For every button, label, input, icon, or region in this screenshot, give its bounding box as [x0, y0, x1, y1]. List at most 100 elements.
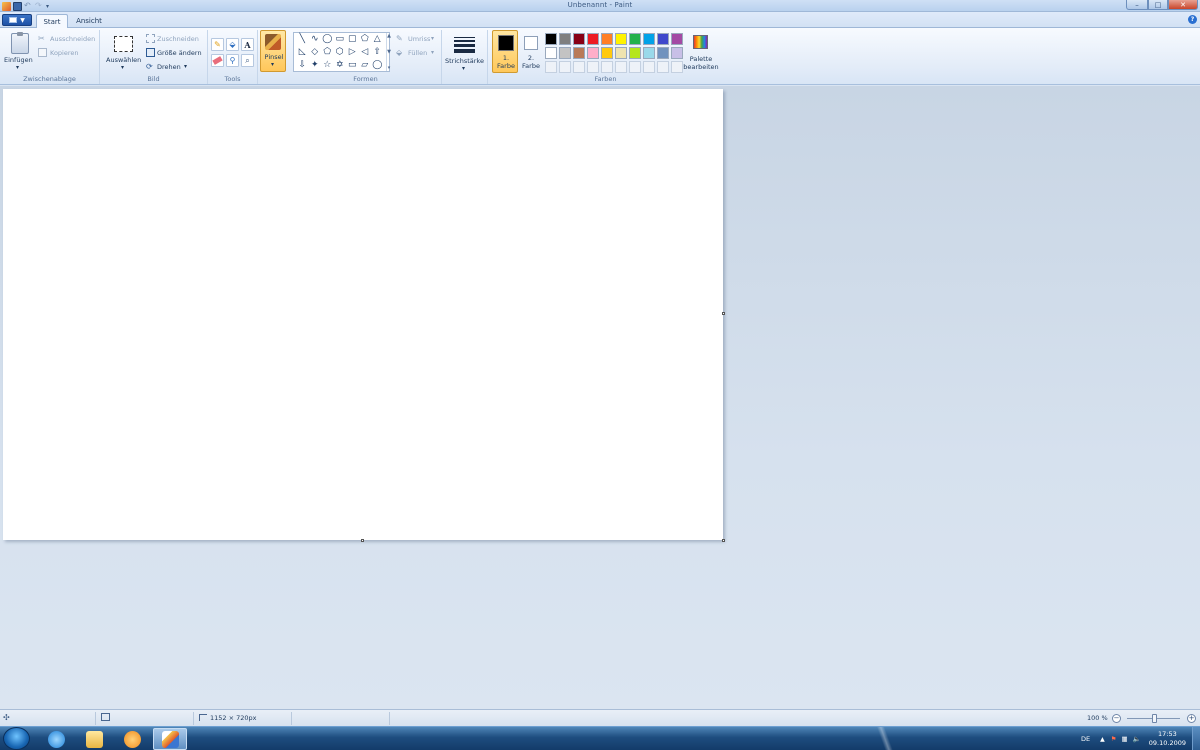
- taskbar-ie[interactable]: [39, 728, 73, 750]
- clock[interactable]: 17:53 09.10.2009: [1149, 730, 1186, 748]
- outline-button[interactable]: Umriss: [408, 35, 430, 43]
- color-swatch[interactable]: [629, 33, 641, 45]
- tab-view[interactable]: Ansicht: [72, 14, 106, 28]
- chevron-down-icon[interactable]: ▾: [431, 49, 434, 56]
- taskbar-media-player[interactable]: [115, 728, 149, 750]
- custom-color-slot[interactable]: [601, 61, 613, 73]
- color-swatch[interactable]: [573, 33, 585, 45]
- show-desktop-button[interactable]: [1192, 727, 1200, 750]
- action-center-icon[interactable]: ⚑: [1111, 735, 1117, 743]
- eraser-icon[interactable]: [211, 54, 224, 67]
- line-shape[interactable]: ╲: [296, 33, 309, 45]
- rotate-button[interactable]: Drehen: [157, 63, 181, 71]
- custom-color-slot[interactable]: [545, 61, 557, 73]
- resize-handle-bottom[interactable]: [361, 539, 364, 542]
- custom-color-slot[interactable]: [657, 61, 669, 73]
- edit-colors-icon[interactable]: [693, 35, 708, 49]
- right-triangle-shape[interactable]: ◺: [296, 46, 309, 58]
- size-button[interactable]: Strichstärke: [445, 57, 484, 65]
- language-indicator[interactable]: DE: [1081, 735, 1090, 743]
- color-swatch[interactable]: [671, 33, 683, 45]
- select-icon[interactable]: [114, 36, 133, 52]
- color-swatch[interactable]: [657, 33, 669, 45]
- magnifier-icon[interactable]: ⌕: [241, 54, 254, 67]
- zoom-in-button[interactable]: +: [1187, 714, 1196, 723]
- custom-color-slot[interactable]: [629, 61, 641, 73]
- crop-button[interactable]: Zuschneiden: [157, 35, 199, 43]
- up-arrow-shape[interactable]: ⇧: [371, 46, 384, 58]
- six-point-star-shape[interactable]: ✡: [334, 59, 347, 71]
- paste-icon[interactable]: [11, 32, 29, 54]
- expand-gallery-icon[interactable]: ▾: [388, 65, 391, 71]
- taskbar-explorer[interactable]: [77, 728, 111, 750]
- cloud-callout-shape[interactable]: ◯: [371, 59, 384, 71]
- chevron-down-icon[interactable]: ▾: [184, 63, 187, 70]
- down-arrow-shape[interactable]: ⇩: [296, 59, 309, 71]
- custom-color-slot[interactable]: [615, 61, 627, 73]
- color-swatch[interactable]: [587, 33, 599, 45]
- volume-icon[interactable]: 🔈: [1133, 735, 1141, 743]
- color-swatch[interactable]: [573, 47, 585, 59]
- fill-button[interactable]: Füllen: [408, 49, 427, 57]
- color-swatch[interactable]: [601, 33, 613, 45]
- help-icon[interactable]: ?: [1188, 15, 1197, 24]
- rounded-callout-shape[interactable]: ▭: [346, 59, 359, 71]
- maximize-button[interactable]: □: [1148, 0, 1168, 10]
- color-swatch[interactable]: [587, 47, 599, 59]
- right-arrow-shape[interactable]: ▷: [346, 46, 359, 58]
- custom-color-slot[interactable]: [587, 61, 599, 73]
- polygon-shape[interactable]: ⬠: [359, 33, 372, 45]
- color-swatch[interactable]: [657, 47, 669, 59]
- color-swatch[interactable]: [643, 33, 655, 45]
- hexagon-shape[interactable]: ⬡: [334, 46, 347, 58]
- chevron-down-icon[interactable]: ▾: [121, 64, 124, 71]
- zoom-out-button[interactable]: −: [1112, 714, 1121, 723]
- chevron-down-icon[interactable]: ▾: [462, 65, 465, 72]
- show-hidden-icons-icon[interactable]: ▲: [1100, 736, 1105, 743]
- paste-button[interactable]: Einfügen: [4, 56, 33, 64]
- start-button[interactable]: [3, 727, 30, 750]
- color2-label[interactable]: 2. Farbe: [518, 54, 544, 70]
- color-picker-icon[interactable]: ⚲: [226, 54, 239, 67]
- tab-start[interactable]: Start: [36, 14, 68, 28]
- chevron-down-icon[interactable]: ▼: [387, 49, 391, 55]
- text-tool-icon[interactable]: A: [241, 38, 254, 51]
- custom-color-slot[interactable]: [643, 61, 655, 73]
- custom-color-slot[interactable]: [559, 61, 571, 73]
- brush-button[interactable]: Pinsel ▾: [260, 30, 286, 72]
- rounded-rectangle-shape[interactable]: ▢: [346, 33, 359, 45]
- network-icon[interactable]: ▦: [1122, 735, 1128, 743]
- oval-shape[interactable]: ◯: [321, 33, 334, 45]
- triangle-shape[interactable]: △: [371, 33, 384, 45]
- canvas-workspace[interactable]: [0, 86, 1200, 709]
- edit-colors-button[interactable]: Palette bearbeiten: [682, 55, 720, 71]
- color-swatch[interactable]: [629, 47, 641, 59]
- taskbar-paint[interactable]: [153, 728, 187, 750]
- pencil-icon[interactable]: ✎: [211, 38, 224, 51]
- paint-menu-button[interactable]: ▼: [2, 14, 32, 26]
- line-width-icon[interactable]: [454, 37, 475, 55]
- fill-bucket-icon[interactable]: ⬙: [226, 38, 239, 51]
- diamond-shape[interactable]: ◇: [309, 46, 322, 58]
- resize-button[interactable]: Größe ändern: [157, 49, 202, 57]
- oval-callout-shape[interactable]: ▱: [359, 59, 372, 71]
- color-swatch[interactable]: [615, 47, 627, 59]
- color-swatch[interactable]: [545, 33, 557, 45]
- color-swatch[interactable]: [615, 33, 627, 45]
- copy-button[interactable]: Kopieren: [50, 49, 79, 57]
- color-swatch[interactable]: [559, 47, 571, 59]
- custom-color-slot[interactable]: [573, 61, 585, 73]
- five-point-star-shape[interactable]: ☆: [321, 59, 334, 71]
- color2-swatch[interactable]: [524, 36, 538, 50]
- resize-handle-corner[interactable]: [722, 539, 725, 542]
- shapes-scrollbar[interactable]: ▲ ▼ ▾: [386, 33, 391, 71]
- rectangle-shape[interactable]: ▭: [334, 33, 347, 45]
- color-swatch[interactable]: [559, 33, 571, 45]
- color-swatch[interactable]: [643, 47, 655, 59]
- resize-handle-right[interactable]: [722, 312, 725, 315]
- drawing-canvas[interactable]: [3, 89, 723, 540]
- curve-shape[interactable]: ∿: [309, 33, 322, 45]
- four-point-star-shape[interactable]: ✦: [309, 59, 322, 71]
- minimize-button[interactable]: –: [1126, 0, 1148, 10]
- chevron-down-icon[interactable]: ▾: [431, 35, 434, 42]
